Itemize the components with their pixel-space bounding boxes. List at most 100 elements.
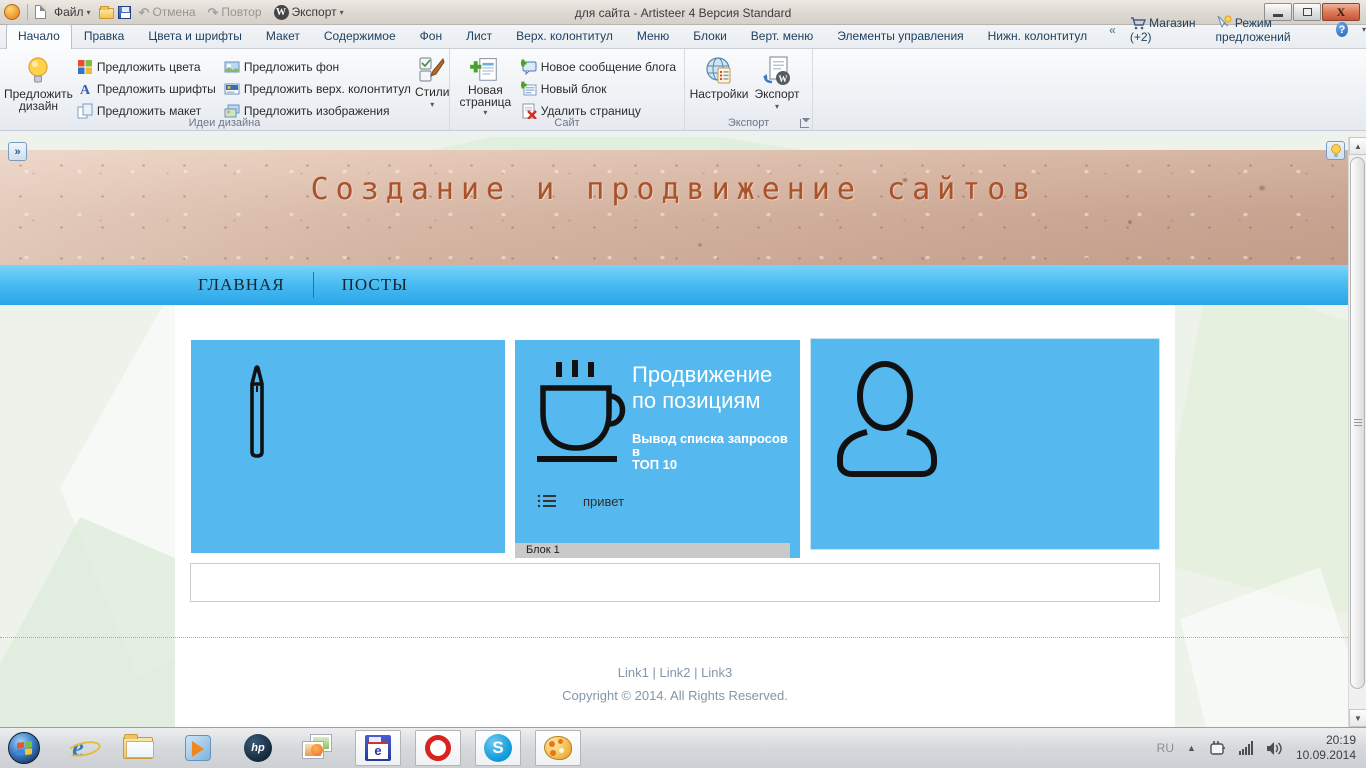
chevron-down-icon: ▾	[483, 108, 488, 117]
suggest-fonts-button[interactable]: A Предложить шрифты	[73, 79, 220, 99]
tab-header[interactable]: Верх. колонтитул	[504, 24, 625, 48]
card-title[interactable]: Продвижение по позициям	[632, 362, 792, 414]
nav-item-posts[interactable]: ПОСТЫ	[314, 275, 436, 295]
suggestion-bulb-button[interactable]	[1326, 141, 1345, 160]
new-blog-post-label: Новое сообщение блога	[540, 60, 676, 74]
styles-label: Стили	[414, 85, 450, 99]
divider	[27, 4, 28, 20]
card-list-row[interactable]: привет	[537, 492, 624, 510]
chevron-down-icon[interactable]: ▾	[1362, 25, 1366, 34]
ideas-column-2: Предложить фон Предложить верх. колонтит…	[220, 53, 415, 121]
svg-text:W: W	[779, 74, 788, 84]
nav-item-home[interactable]: ГЛАВНАЯ	[170, 275, 313, 295]
redo-button[interactable]: ↷ Повтор	[204, 3, 266, 21]
tab-footer[interactable]: Нижн. колонтитул	[976, 24, 1100, 48]
show-hidden-icons[interactable]: ▲	[1187, 743, 1196, 753]
tab-colors-fonts[interactable]: Цвета и шрифты	[136, 24, 254, 48]
artisteer-window: Файл ▾ ↶ Отмена ↷ Повтор W Экспорт ▾ для…	[0, 0, 1366, 768]
export-quick-button[interactable]: W Экспорт ▾	[270, 3, 348, 22]
suggest-colors-button[interactable]: Предложить цвета	[73, 57, 220, 77]
tab-menu[interactable]: Меню	[625, 24, 681, 48]
card-promotion[interactable]: Продвижение по позициям Вывод списка зап…	[515, 340, 800, 558]
language-indicator[interactable]: RU	[1157, 741, 1174, 755]
tab-vertical-menu[interactable]: Верт. меню	[739, 24, 825, 48]
chevron-down-icon: ▾	[774, 102, 779, 111]
internet-explorer-icon: e	[72, 733, 84, 762]
help-icon[interactable]: ?	[1336, 22, 1348, 37]
store-button[interactable]: Магазин (+2)	[1130, 16, 1202, 44]
settings-globe-icon	[706, 57, 731, 84]
taskbar-skype[interactable]: S	[475, 730, 521, 766]
taskbar-photo-viewer[interactable]	[299, 731, 337, 765]
list-item-text[interactable]: привет	[583, 494, 624, 509]
new-page-label: Новая страница	[459, 83, 512, 109]
tab-edit[interactable]: Правка	[72, 24, 137, 48]
redo-icon: ↷	[207, 4, 219, 20]
tab-content[interactable]: Содержимое	[312, 24, 408, 48]
suggest-header-button[interactable]: Предложить верх. колонтитул	[220, 79, 415, 99]
scroll-up-button[interactable]: ▲	[1349, 137, 1366, 155]
scroll-down-button[interactable]: ▼	[1349, 709, 1366, 727]
tab-layout[interactable]: Макет	[254, 24, 312, 48]
collapse-ribbon-button[interactable]: «	[1109, 23, 1116, 37]
suggest-design-button[interactable]: Предложить дизайн	[4, 53, 73, 117]
system-tray: RU ▲ 20:19 10.09.2014	[1157, 733, 1366, 763]
file-menu-button[interactable]: Файл ▾	[50, 3, 95, 21]
power-plug-icon[interactable]	[1209, 740, 1226, 756]
block-label[interactable]: Блок 1	[515, 543, 790, 558]
network-signal-icon[interactable]	[1238, 741, 1253, 755]
site-nav-menu[interactable]: ГЛАВНАЯ ПОСТЫ	[0, 265, 1348, 305]
suggestion-mode-button[interactable]: Режим предложений	[1216, 15, 1323, 44]
save-icon[interactable]	[117, 5, 131, 19]
clock[interactable]: 20:19 10.09.2014	[1296, 733, 1356, 763]
new-block-button[interactable]: Новый блок	[517, 79, 680, 99]
start-button[interactable]	[8, 732, 40, 764]
tab-blocks[interactable]: Блоки	[681, 24, 739, 48]
new-page-button[interactable]: Новая страница ▾	[454, 53, 517, 117]
undo-button[interactable]: ↶ Отмена	[135, 3, 200, 21]
footer-links[interactable]: Link1 | Link2 | Link3	[175, 665, 1175, 680]
taskbar-opera[interactable]	[415, 730, 461, 766]
redo-label: Повтор	[221, 5, 262, 19]
taskbar-hp[interactable]: hp	[239, 731, 277, 765]
volume-icon[interactable]	[1266, 741, 1283, 756]
taskbar-artisteer[interactable]	[535, 730, 581, 766]
ideas-column-1: Предложить цвета A Предложить шрифты Пре…	[73, 53, 220, 121]
open-icon[interactable]	[98, 6, 114, 19]
panel-expander-button[interactable]: »	[8, 142, 27, 161]
opera-icon	[425, 735, 451, 761]
taskbar-media-player[interactable]	[179, 731, 217, 765]
dialog-launcher-icon[interactable]	[800, 119, 809, 128]
tab-controls[interactable]: Элементы управления	[825, 24, 975, 48]
tab-sheet[interactable]: Лист	[454, 24, 504, 48]
scrollbar-thumb[interactable]	[1350, 157, 1365, 689]
new-document-icon[interactable]	[35, 5, 46, 19]
chevron-down-icon: ▾	[339, 7, 344, 17]
site-preview-canvas: » Создание и продвижение сайтов ГЛАВНАЯ …	[0, 137, 1366, 727]
settings-button[interactable]: Настройки	[689, 53, 749, 117]
color-palette-icon	[77, 60, 92, 74]
site-title[interactable]: Создание и продвижение сайтов	[0, 172, 1348, 207]
tab-home[interactable]: Начало	[6, 24, 72, 49]
site-header[interactable]: Создание и продвижение сайтов	[0, 150, 1348, 265]
taskbar-internet-explorer[interactable]: e	[59, 731, 97, 765]
card-pencil[interactable]	[191, 340, 505, 553]
taskbar-editor-app[interactable]	[355, 730, 401, 766]
card-person[interactable]	[810, 338, 1160, 550]
new-blog-post-button[interactable]: Новое сообщение блога	[517, 57, 680, 77]
photos-icon	[303, 735, 333, 761]
preview-scrollbar[interactable]: ▲ ▼	[1348, 137, 1366, 727]
export-button[interactable]: W Экспорт ▾	[749, 53, 805, 117]
tab-background[interactable]: Фон	[408, 24, 454, 48]
taskbar-explorer[interactable]	[119, 731, 157, 765]
ribbon: Предложить дизайн Предложить цвета A Пре…	[0, 49, 1366, 131]
app-icon[interactable]	[4, 4, 20, 20]
export-label: Экспорт	[754, 87, 800, 101]
media-player-icon	[185, 735, 211, 761]
empty-content-box[interactable]	[190, 563, 1160, 602]
wordpress-icon: W	[273, 4, 289, 20]
group-label-export: Экспорт	[727, 117, 770, 129]
styles-button[interactable]: Стили ▾	[415, 53, 450, 117]
suggest-background-button[interactable]: Предложить фон	[220, 57, 415, 77]
coffee-cup-icon	[537, 360, 626, 462]
